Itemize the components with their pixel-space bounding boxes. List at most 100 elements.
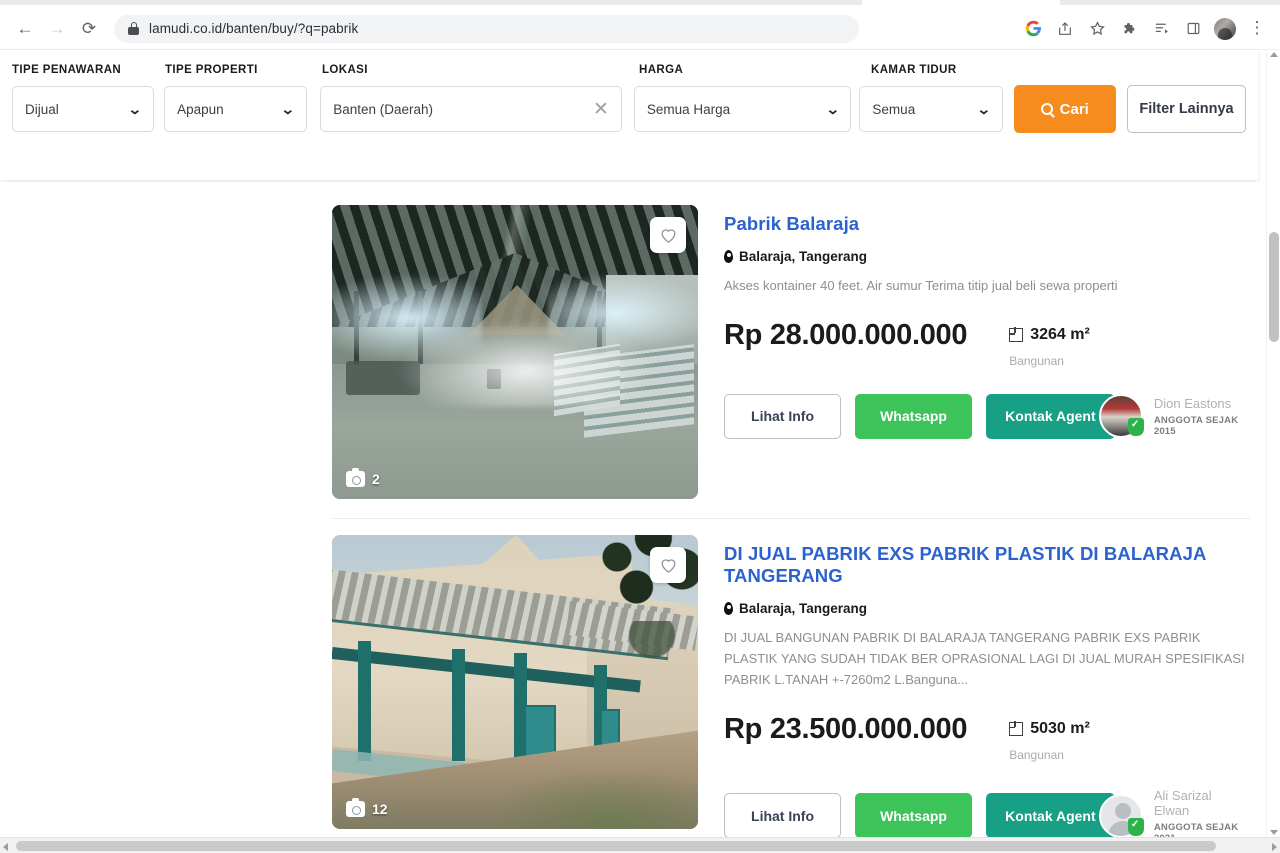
back-icon[interactable]: ← <box>10 14 40 44</box>
camera-icon <box>346 468 365 487</box>
listing-card[interactable]: 2 Pabrik Balaraja Balaraja, Tangerang Ak… <box>332 205 1250 499</box>
listing-divider <box>332 518 1250 519</box>
photo-count-badge: 12 <box>346 798 388 817</box>
field-tipe-penawaran[interactable]: Dijual ⌄ <box>12 86 155 132</box>
photo-column <box>452 649 465 761</box>
photo-count-value: 2 <box>372 471 380 487</box>
value-tipe-properti: Apapun <box>177 101 224 117</box>
lihat-info-button[interactable]: Lihat Info <box>724 793 842 839</box>
horizontal-scrollbar[interactable] <box>0 837 1280 853</box>
listing-area: 3264 m² Bangunan <box>1008 319 1090 368</box>
scroll-right-arrow-icon[interactable] <box>1272 843 1277 851</box>
photo-grass <box>482 767 698 829</box>
listing-price-row: Rp 28.000.000.000 3264 m² Bangunan <box>724 319 1250 368</box>
listing-location-text: Balaraja, Tangerang <box>739 601 868 617</box>
listing-price: Rp 23.500.000.000 <box>724 712 968 745</box>
google-icon[interactable] <box>1018 14 1048 44</box>
bookmark-star-icon[interactable] <box>1082 14 1112 44</box>
address-bar[interactable]: lamudi.co.id/banten/buy/?q=pabrik <box>114 14 859 43</box>
clear-location-icon[interactable]: ✕ <box>593 100 609 119</box>
listing-description: Akses kontainer 40 feet. Air sumur Terim… <box>724 278 1118 294</box>
listing-area-value: 3264 m² <box>1030 325 1090 343</box>
photo-count-value: 12 <box>372 801 388 817</box>
listing-area: 5030 m² Bangunan <box>1008 713 1090 762</box>
browser-toolbar: ← → ⟳ lamudi.co.id/banten/buy/?q=pabrik <box>0 8 1280 50</box>
favorite-heart-button[interactable] <box>650 217 686 253</box>
filter-labels-row: TIPE PENAWARAN TIPE PROPERTI LOKASI HARG… <box>12 64 1246 85</box>
listing-price: Rp 28.000.000.000 <box>724 318 968 351</box>
chevron-down-icon: ⌄ <box>825 100 840 117</box>
side-panel-icon[interactable] <box>1178 14 1208 44</box>
kontak-agent-button[interactable]: Kontak Agent <box>985 793 1115 839</box>
scroll-down-arrow-icon[interactable] <box>1270 830 1278 835</box>
field-harga[interactable]: Semua Harga ⌄ <box>633 86 852 132</box>
property-photo[interactable]: 12 <box>332 535 698 829</box>
horizontal-scrollbar-thumb[interactable] <box>16 841 1216 851</box>
floor-area-icon <box>1008 327 1024 342</box>
share-icon[interactable] <box>1050 14 1080 44</box>
listing-area-label: Bangunan <box>1009 353 1064 368</box>
field-tipe-properti[interactable]: Apapun ⌄ <box>164 86 308 132</box>
browser-tab-strip <box>0 0 1280 8</box>
favorite-heart-button[interactable] <box>650 547 686 583</box>
value-lokasi: Banten (Daerah) <box>333 101 434 117</box>
label-lokasi: LOKASI <box>322 64 368 76</box>
value-harga: Semua Harga <box>646 101 731 117</box>
label-tipe-penawaran: TIPE PENAWARAN <box>12 64 122 76</box>
label-harga: HARGA <box>639 64 684 76</box>
listing-area-label: Bangunan <box>1009 747 1064 762</box>
forward-icon[interactable]: → <box>42 14 72 44</box>
listing-card[interactable]: 12 DI JUAL PABRIK EXS PABRIK PLASTIK DI … <box>332 535 1250 844</box>
listing-location-text: Balaraja, Tangerang <box>739 249 868 265</box>
agent-member-since: ANGGOTA SEJAK 2015 <box>1153 414 1239 437</box>
search-filter-bar: TIPE PENAWARAN TIPE PROPERTI LOKASI HARG… <box>0 50 1258 180</box>
listing-location: Balaraja, Tangerang <box>724 249 1250 264</box>
listing-info: Pabrik Balaraja Balaraja, Tangerang Akse… <box>698 205 1250 499</box>
listing-info: DI JUAL PABRIK EXS PABRIK PLASTIK DI BAL… <box>698 535 1250 844</box>
scroll-up-arrow-icon[interactable] <box>1270 52 1278 57</box>
value-tipe-penawaran: Dijual <box>25 101 59 117</box>
filter-fields-row: Dijual ⌄ Apapun ⌄ Banten (Daerah) ✕ Semu… <box>12 85 1246 133</box>
search-button[interactable]: Cari <box>1013 85 1116 133</box>
verified-badge-icon <box>1127 418 1144 437</box>
scroll-left-arrow-icon[interactable] <box>3 843 8 851</box>
photo-column <box>358 641 371 761</box>
listing-actions: Lihat Info Whatsapp Kontak Agent Dion Ea… <box>724 393 1250 439</box>
whatsapp-button[interactable]: Whatsapp <box>855 793 972 839</box>
lock-icon <box>128 22 139 35</box>
agent-info[interactable]: Ali Sarizal Elwan ANGGOTA SEJAK 2021 <box>1098 788 1250 844</box>
photo-door <box>524 705 556 757</box>
toolbar-right-icons: ⋮ <box>1018 14 1280 44</box>
profile-avatar[interactable] <box>1210 14 1240 44</box>
vertical-scrollbar-thumb[interactable] <box>1269 232 1279 342</box>
whatsapp-button[interactable]: Whatsapp <box>855 393 972 439</box>
listing-title[interactable]: Pabrik Balaraja <box>724 213 1250 235</box>
chevron-down-icon: ⌄ <box>281 100 296 117</box>
chevron-down-icon: ⌄ <box>127 100 143 117</box>
listing-description: DI JUAL BANGUNAN PABRIK DI BALARAJA TANG… <box>724 630 1245 687</box>
field-kamar-tidur[interactable]: Semua ⌄ <box>859 86 1003 132</box>
agent-info[interactable]: Dion Eastons ANGGOTA SEJAK 2015 <box>1098 394 1250 439</box>
kontak-agent-button[interactable]: Kontak Agent <box>985 393 1115 439</box>
reload-icon[interactable]: ⟳ <box>74 14 104 44</box>
chrome-menu-icon[interactable]: ⋮ <box>1242 14 1272 44</box>
lihat-info-button[interactable]: Lihat Info <box>724 393 842 439</box>
chevron-down-icon: ⌄ <box>976 100 991 117</box>
listings-container: 2 Pabrik Balaraja Balaraja, Tangerang Ak… <box>0 182 1258 844</box>
reading-list-icon[interactable] <box>1146 14 1176 44</box>
more-filters-button[interactable]: Filter Lainnya <box>1127 85 1246 133</box>
search-icon <box>1040 103 1053 115</box>
vertical-scrollbar[interactable] <box>1266 50 1280 837</box>
tab-strip-left-shade <box>0 0 862 5</box>
photo-count-badge: 2 <box>346 468 380 487</box>
listing-price-row: Rp 23.500.000.000 5030 m² Bangunan <box>724 713 1250 762</box>
field-lokasi[interactable]: Banten (Daerah) ✕ <box>320 86 622 132</box>
extensions-puzzle-icon[interactable] <box>1114 14 1144 44</box>
listing-title[interactable]: DI JUAL PABRIK EXS PABRIK PLASTIK DI BAL… <box>724 543 1250 587</box>
camera-icon <box>346 798 365 817</box>
listing-actions: Lihat Info Whatsapp Kontak Agent Ali Sar… <box>724 788 1250 844</box>
location-pin-icon <box>724 250 733 264</box>
label-kamar-tidur: KAMAR TIDUR <box>871 64 957 76</box>
label-tipe-properti: TIPE PROPERTI <box>165 64 258 76</box>
property-photo[interactable]: 2 <box>332 205 698 499</box>
